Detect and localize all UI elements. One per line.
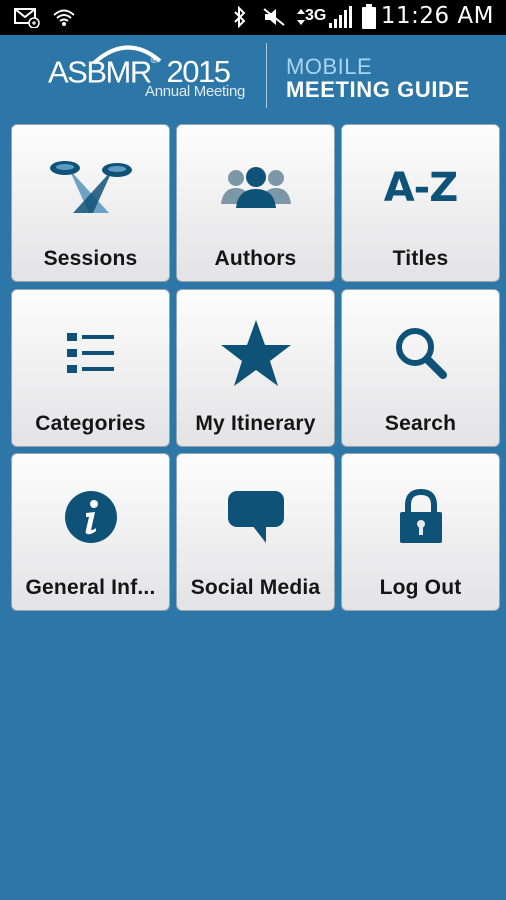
authors-button[interactable]: Authors (176, 124, 335, 282)
categories-label: Categories (35, 412, 146, 435)
my-itinerary-button[interactable]: My Itinerary (176, 289, 335, 447)
list-icon (12, 314, 169, 392)
padlock-icon (342, 478, 499, 556)
mute-icon (262, 7, 286, 32)
general-info-button[interactable]: General Inf... (11, 453, 170, 611)
log-out-button[interactable]: Log Out (341, 453, 500, 611)
status-bar: 3G 11:26 AM (0, 0, 506, 35)
search-label: Search (384, 412, 457, 435)
titles-button[interactable]: A-Z Titles (341, 124, 500, 282)
logo-name: ASBMR (48, 54, 152, 90)
a-z-icon: A-Z (342, 149, 499, 227)
general-info-label: General Inf... (25, 576, 156, 599)
categories-button[interactable]: Categories (11, 289, 170, 447)
my-itinerary-label: My Itinerary (195, 412, 316, 435)
sessions-button[interactable]: Sessions (11, 124, 170, 282)
titles-label: Titles (392, 247, 449, 270)
logo-subtitle: Annual Meeting (145, 83, 246, 100)
email-notification-icon (14, 8, 40, 33)
info-icon (12, 478, 169, 556)
a-z-icon-text: A-Z (383, 165, 459, 211)
clock-time: 11:26 AM (380, 3, 494, 29)
magnifier-icon (342, 314, 499, 392)
app-title-line2: MEETING GUIDE (286, 77, 470, 102)
wifi-icon (52, 7, 76, 32)
bluetooth-icon (232, 5, 248, 33)
social-media-button[interactable]: Social Media (176, 453, 335, 611)
authors-label: Authors (214, 247, 297, 270)
sessions-label: Sessions (43, 247, 138, 270)
star-icon (177, 314, 334, 392)
log-out-label: Log Out (379, 576, 462, 599)
speech-bubble-icon (177, 478, 334, 556)
header-divider (266, 43, 267, 108)
app-header: ASBMR® 2015 Annual Meeting MOBILE MEETIN… (0, 35, 506, 117)
people-icon (177, 149, 334, 227)
social-media-label: Social Media (190, 576, 321, 599)
battery-icon (362, 4, 376, 35)
signal-strength-icon (328, 5, 354, 34)
network-type-label: 3G (305, 7, 327, 24)
search-button[interactable]: Search (341, 289, 500, 447)
spotlights-icon (12, 149, 169, 227)
